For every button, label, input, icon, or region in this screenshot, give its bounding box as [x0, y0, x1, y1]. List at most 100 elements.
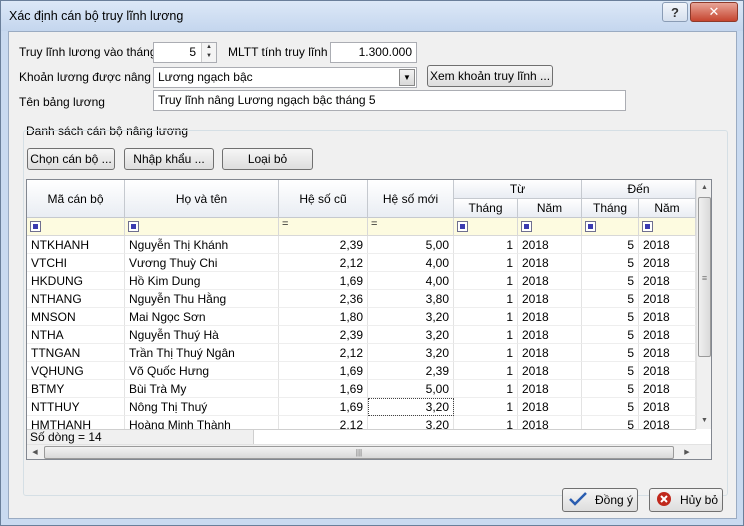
filter-from-year[interactable]: [518, 218, 582, 236]
month-stepper[interactable]: 5 ▲ ▼: [153, 42, 217, 63]
table-cell-name[interactable]: Mai Ngọc Sơn: [125, 308, 279, 326]
col-header-to[interactable]: Đến: [582, 180, 696, 199]
table-cell-code[interactable]: NTTHUY: [27, 398, 125, 416]
table-cell-new[interactable]: 3,20: [368, 398, 454, 416]
table-cell-code[interactable]: BTMY: [27, 380, 125, 398]
close-button[interactable]: ✕: [690, 2, 738, 22]
col-header-new[interactable]: Hệ số mới: [368, 180, 454, 218]
filter-icon[interactable]: [30, 221, 41, 232]
table-cell-to_y[interactable]: 2018: [639, 254, 696, 272]
table-cell-code[interactable]: TTNGAN: [27, 344, 125, 362]
table-cell-code[interactable]: NTHA: [27, 326, 125, 344]
table-cell-code[interactable]: MNSON: [27, 308, 125, 326]
table-cell-old[interactable]: 2,39: [279, 236, 368, 254]
table-cell-from_y[interactable]: 2018: [518, 254, 582, 272]
table-cell-to_m[interactable]: 5: [582, 380, 639, 398]
table-cell-new[interactable]: 3,80: [368, 290, 454, 308]
table-cell-from_m[interactable]: 1: [454, 236, 518, 254]
table-cell-to_m[interactable]: 5: [582, 344, 639, 362]
table-cell-old[interactable]: 1,69: [279, 398, 368, 416]
col-header-old[interactable]: Hệ số cũ: [279, 180, 368, 218]
filter-from-month[interactable]: [454, 218, 518, 236]
table-cell-new[interactable]: 3,20: [368, 326, 454, 344]
table-cell-from_y[interactable]: 2018: [518, 308, 582, 326]
sheet-name-field[interactable]: Truy lĩnh nâng Lương ngạch bậc tháng 5: [153, 90, 626, 111]
cancel-button[interactable]: Hủy bỏ: [649, 488, 723, 512]
table-cell-from_m[interactable]: 1: [454, 290, 518, 308]
table-cell-old[interactable]: 1,69: [279, 272, 368, 290]
filter-icon[interactable]: [585, 221, 596, 232]
table-cell-name[interactable]: Võ Quốc Hưng: [125, 362, 279, 380]
col-header-from[interactable]: Từ: [454, 180, 582, 199]
table-cell-to_m[interactable]: 5: [582, 326, 639, 344]
table-cell-to_m[interactable]: 5: [582, 398, 639, 416]
filter-icon[interactable]: [457, 221, 468, 232]
mltt-field[interactable]: 1.300.000: [330, 42, 417, 63]
select-employee-button[interactable]: Chọn cán bộ ...: [27, 148, 115, 170]
table-cell-name[interactable]: Nguyễn Thuý Hà: [125, 326, 279, 344]
table-cell-new[interactable]: 5,00: [368, 380, 454, 398]
table-cell-code[interactable]: VTCHI: [27, 254, 125, 272]
table-cell-to_y[interactable]: 2018: [639, 290, 696, 308]
salary-item-select[interactable]: Lương ngạch bậc ▼: [153, 67, 417, 88]
horizontal-scrollbar[interactable]: ◀ ||| ▶: [27, 444, 711, 459]
table-cell-name[interactable]: Bùi Trà My: [125, 380, 279, 398]
scroll-left-icon[interactable]: ◀: [27, 445, 43, 459]
col-header-to-month[interactable]: Tháng: [582, 199, 639, 218]
table-cell-old[interactable]: 2,39: [279, 326, 368, 344]
table-cell-from_m[interactable]: 1: [454, 398, 518, 416]
table-cell-name[interactable]: Hồ Kim Dung: [125, 272, 279, 290]
filter-to-year[interactable]: [639, 218, 696, 236]
table-cell-from_y[interactable]: 2018: [518, 326, 582, 344]
import-button[interactable]: Nhập khẩu ...: [124, 148, 214, 170]
table-cell-to_m[interactable]: 5: [582, 272, 639, 290]
table-cell-name[interactable]: Nguyễn Thu Hằng: [125, 290, 279, 308]
table-cell-name[interactable]: Nông Thị Thuý: [125, 398, 279, 416]
scroll-right-icon[interactable]: ▶: [679, 445, 695, 459]
col-header-from-year[interactable]: Năm: [518, 199, 582, 218]
table-cell-to_y[interactable]: 2018: [639, 326, 696, 344]
table-cell-from_y[interactable]: 2018: [518, 344, 582, 362]
table-cell-from_y[interactable]: 2018: [518, 398, 582, 416]
table-cell-old[interactable]: 2,36: [279, 290, 368, 308]
table-cell-to_y[interactable]: 2018: [639, 308, 696, 326]
table-cell-from_y[interactable]: 2018: [518, 272, 582, 290]
employee-grid[interactable]: Mã cán bộ Họ và tên Hệ số cũ Hệ số mới T…: [26, 179, 712, 460]
table-cell-old[interactable]: 1,69: [279, 380, 368, 398]
table-cell-to_m[interactable]: 5: [582, 254, 639, 272]
table-cell-from_m[interactable]: 1: [454, 272, 518, 290]
horizontal-scroll-thumb[interactable]: |||: [44, 446, 674, 459]
table-cell-from_y[interactable]: 2018: [518, 380, 582, 398]
filter-old[interactable]: =: [279, 218, 368, 236]
filter-equals-icon[interactable]: =: [282, 218, 288, 230]
table-cell-from_m[interactable]: 1: [454, 254, 518, 272]
col-header-to-year[interactable]: Năm: [639, 199, 696, 218]
col-header-name[interactable]: Họ và tên: [125, 180, 279, 218]
table-cell-from_y[interactable]: 2018: [518, 362, 582, 380]
table-cell-code[interactable]: NTHANG: [27, 290, 125, 308]
table-cell-name[interactable]: Vương Thuỳ Chi: [125, 254, 279, 272]
table-cell-to_m[interactable]: 5: [582, 308, 639, 326]
table-cell-new[interactable]: 2,39: [368, 362, 454, 380]
filter-icon[interactable]: [642, 221, 653, 232]
col-header-from-month[interactable]: Tháng: [454, 199, 518, 218]
filter-equals-icon[interactable]: =: [371, 218, 377, 230]
table-cell-old[interactable]: 1,80: [279, 308, 368, 326]
table-cell-to_y[interactable]: 2018: [639, 380, 696, 398]
table-cell-old[interactable]: 2,12: [279, 254, 368, 272]
table-cell-code[interactable]: HKDUNG: [27, 272, 125, 290]
table-cell-to_m[interactable]: 5: [582, 236, 639, 254]
scroll-down-icon[interactable]: ▼: [697, 413, 711, 428]
table-cell-from_m[interactable]: 1: [454, 344, 518, 362]
table-cell-to_m[interactable]: 5: [582, 362, 639, 380]
table-cell-to_y[interactable]: 2018: [639, 362, 696, 380]
table-cell-from_y[interactable]: 2018: [518, 290, 582, 308]
month-spin[interactable]: ▲ ▼: [201, 43, 216, 62]
table-cell-new[interactable]: 3,20: [368, 344, 454, 362]
table-cell-from_m[interactable]: 1: [454, 380, 518, 398]
table-cell-from_m[interactable]: 1: [454, 308, 518, 326]
table-cell-new[interactable]: 3,20: [368, 308, 454, 326]
spin-up-icon[interactable]: ▲: [202, 43, 216, 52]
table-cell-name[interactable]: Trần Thị Thuý Ngân: [125, 344, 279, 362]
spin-down-icon[interactable]: ▼: [202, 52, 216, 61]
